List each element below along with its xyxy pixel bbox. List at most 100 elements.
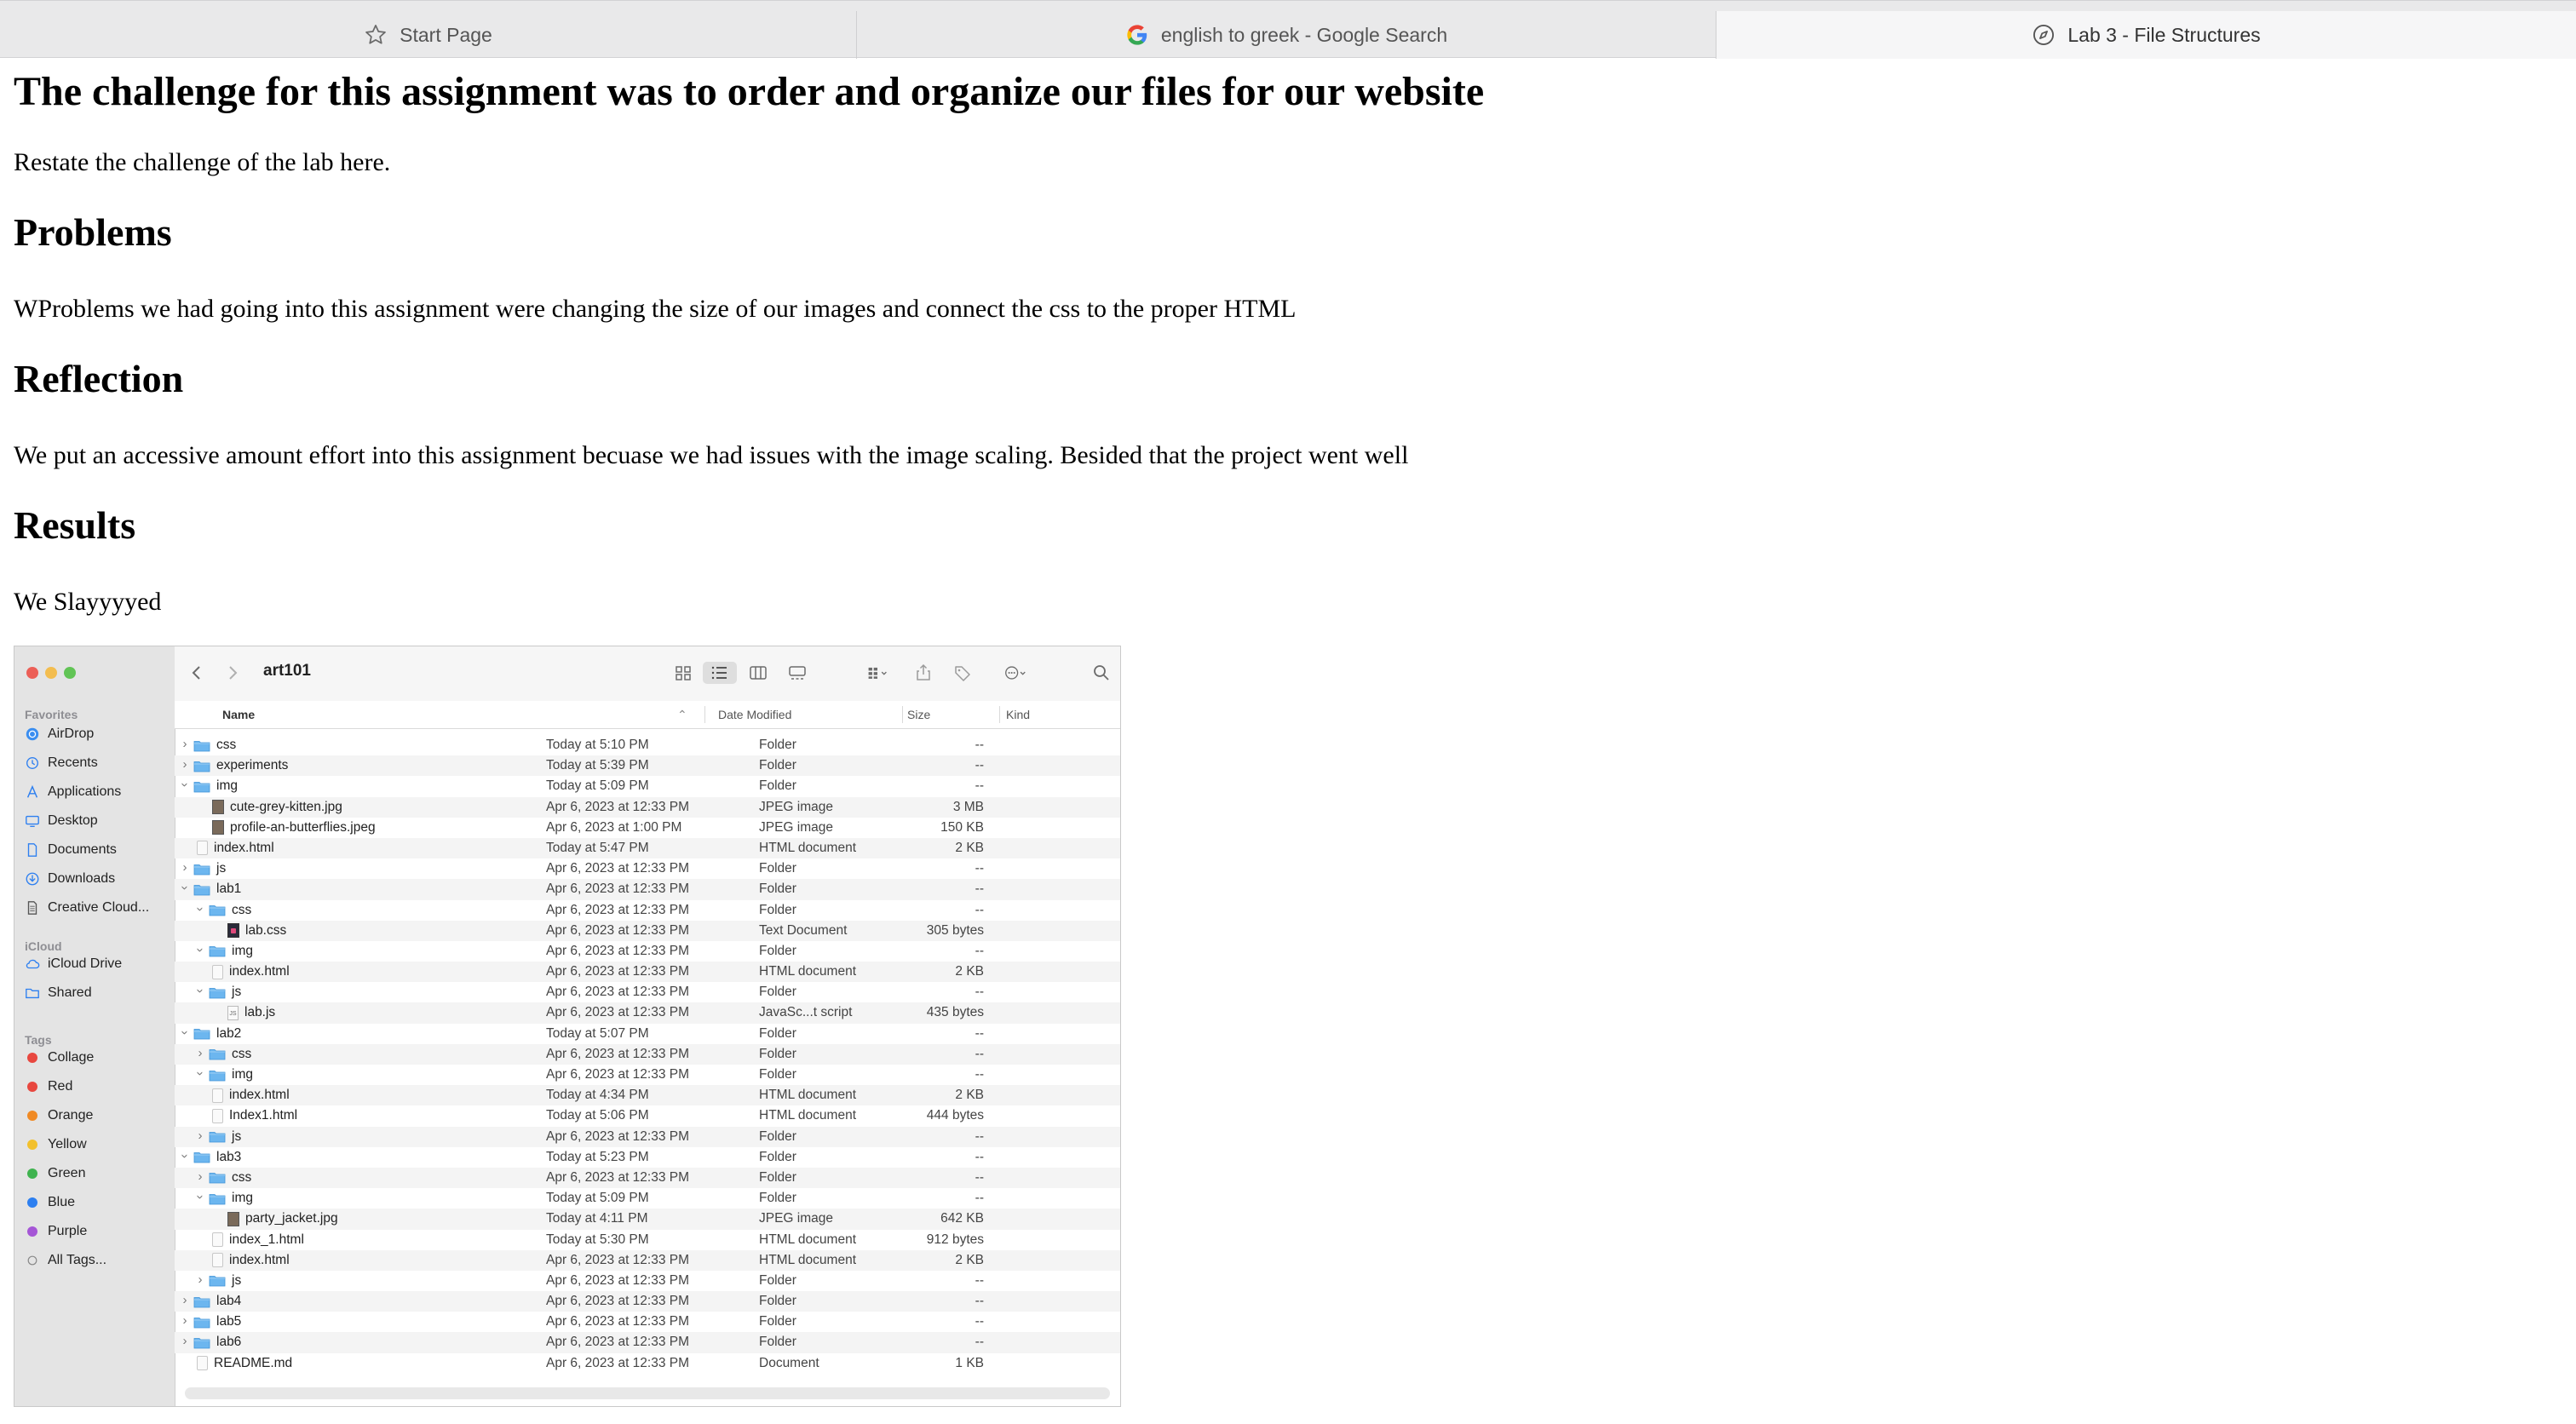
file-row: › experiments Today at 5:39 PM -- Folder [175, 755, 1120, 777]
clock-icon [25, 755, 40, 771]
file-row: › css Apr 6, 2023 at 12:33 PM -- Folder [175, 900, 1120, 921]
file-date: Apr 6, 2023 at 12:33 PM [546, 1252, 690, 1267]
tab-start-page[interactable]: Start Page [0, 11, 857, 59]
folder-icon [193, 760, 210, 772]
file-size: 2 KB [955, 1088, 984, 1103]
file-row: index.html Apr 6, 2023 at 12:33 PM 2 KB … [175, 1249, 1120, 1271]
disclosure-open-icon: › [177, 886, 193, 891]
tag-color-icon [27, 1226, 37, 1237]
file-row: index.html Today at 4:34 PM 2 KB HTML do… [175, 1085, 1120, 1106]
browser-tab-strip: Start Page english to greek - Google Sea… [0, 0, 2576, 59]
file-row: › img Apr 6, 2023 at 12:33 PM -- Folder [175, 1065, 1120, 1085]
sidebar-item-documents: Documents [25, 837, 117, 863]
file-name: index.html [212, 1088, 290, 1103]
search-icon [1094, 665, 1109, 680]
file-kind: Folder [759, 861, 796, 876]
file-kind: Folder [759, 985, 796, 1000]
file-name-label: css [232, 1046, 252, 1061]
file-name-label: js [216, 861, 227, 876]
file-icon [25, 900, 40, 916]
file-date: Today at 5:30 PM [546, 1232, 649, 1247]
document-icon [25, 842, 40, 858]
file-size: -- [975, 1046, 984, 1061]
file-size: -- [975, 1067, 984, 1082]
file-kind: Folder [759, 758, 796, 773]
group-button [856, 662, 899, 684]
file-kind: Folder [759, 1128, 796, 1144]
sidebar-item-label: iCloud Drive [48, 956, 123, 971]
file-date: Apr 6, 2023 at 1:00 PM [546, 819, 682, 835]
file-name-label: README.md [214, 1355, 293, 1370]
file-name: lab6 [193, 1335, 241, 1350]
file-size: -- [975, 861, 984, 876]
sidebar-item-label: Green [48, 1166, 86, 1180]
file-name: index_1.html [212, 1232, 304, 1248]
file-size: -- [975, 1314, 984, 1329]
zoom-dot [64, 667, 76, 679]
file-row: › js Apr 6, 2023 at 12:33 PM -- Folder [175, 858, 1120, 879]
disclosure-open-icon: › [177, 1153, 193, 1158]
sidebar-tag-red: Red [25, 1074, 72, 1100]
file-size: 305 bytes [926, 922, 984, 938]
google-icon [1127, 25, 1147, 45]
gallery-icon [789, 666, 806, 680]
file-size: 2 KB [955, 1252, 984, 1267]
file-size: -- [975, 738, 984, 752]
file-name-label: experiments [216, 758, 289, 773]
file-row: › img Today at 5:09 PM -- Folder [175, 1188, 1120, 1209]
js-file-icon: JS [227, 1005, 239, 1020]
file-name: css [193, 738, 236, 753]
file-kind: JavaSc...t script [759, 1005, 853, 1020]
file-name-label: img [232, 943, 253, 958]
folder-icon [193, 1151, 210, 1163]
file-size: 3 MB [952, 799, 984, 814]
file-row: index.html Apr 6, 2023 at 12:33 PM 2 KB … [175, 962, 1120, 983]
file-date: Apr 6, 2023 at 12:33 PM [546, 1005, 690, 1020]
folder-icon [193, 863, 210, 876]
folder-icon [209, 1130, 226, 1143]
tag-button [950, 662, 975, 684]
sort-chevron-icon: ⌃ [677, 708, 687, 721]
disclosure-closed-icon: › [182, 860, 187, 876]
file-row: › js Apr 6, 2023 at 12:33 PM -- Folder [175, 1126, 1120, 1147]
sidebar-item-label: Desktop [48, 813, 98, 828]
intro-text: Restate the challenge of the lab here. [14, 148, 391, 176]
file-date: Apr 6, 2023 at 12:33 PM [546, 964, 690, 979]
file-name: index.html [212, 964, 290, 979]
file-row: lab.css Apr 6, 2023 at 12:33 PM 305 byte… [175, 920, 1120, 941]
file-name: party_jacket.jpg [227, 1211, 338, 1226]
tab-lab3-file-structures[interactable]: Lab 3 - File Structures [1716, 11, 2576, 59]
share-icon [917, 663, 930, 680]
file-size: -- [975, 1025, 984, 1041]
file-date: Today at 5:10 PM [546, 738, 649, 752]
file-kind: HTML document [759, 840, 856, 855]
file-date: Apr 6, 2023 at 12:33 PM [546, 1314, 690, 1329]
back-button [187, 662, 207, 684]
tab-label: Start Page [400, 23, 492, 46]
file-name: lab5 [193, 1314, 241, 1329]
desktop-icon [25, 813, 40, 829]
file-kind: Folder [759, 1272, 796, 1288]
compass-icon [2033, 24, 2055, 46]
file-date: Apr 6, 2023 at 12:33 PM [546, 1272, 690, 1288]
folder-icon [209, 1048, 226, 1060]
file-name: JS lab.js [227, 1005, 275, 1020]
file-name-label: index.html [229, 1252, 290, 1267]
search-button [1090, 662, 1113, 684]
sidebar-item-label: Creative Cloud... [48, 900, 150, 915]
file-name: index.html [197, 841, 274, 856]
file-name: css [209, 903, 251, 918]
file-row: › css Apr 6, 2023 at 12:33 PM -- Folder [175, 1043, 1120, 1065]
tab-google-search[interactable]: english to greek - Google Search [857, 11, 1716, 59]
download-icon [25, 871, 40, 887]
sidebar-tag-all-tags: All Tags... [25, 1248, 106, 1273]
sidebar-tag-purple: Purple [25, 1219, 87, 1244]
image-file-icon [212, 800, 224, 815]
file-name-label: css [232, 1169, 252, 1185]
file-date: Apr 6, 2023 at 12:33 PM [546, 881, 690, 897]
sidebar-item-label: All Tags... [48, 1253, 107, 1267]
folder-icon [193, 1316, 210, 1329]
file-kind: Folder [759, 943, 796, 958]
sidebar-item-label: Downloads [48, 871, 116, 886]
file-name: img [209, 1067, 253, 1082]
